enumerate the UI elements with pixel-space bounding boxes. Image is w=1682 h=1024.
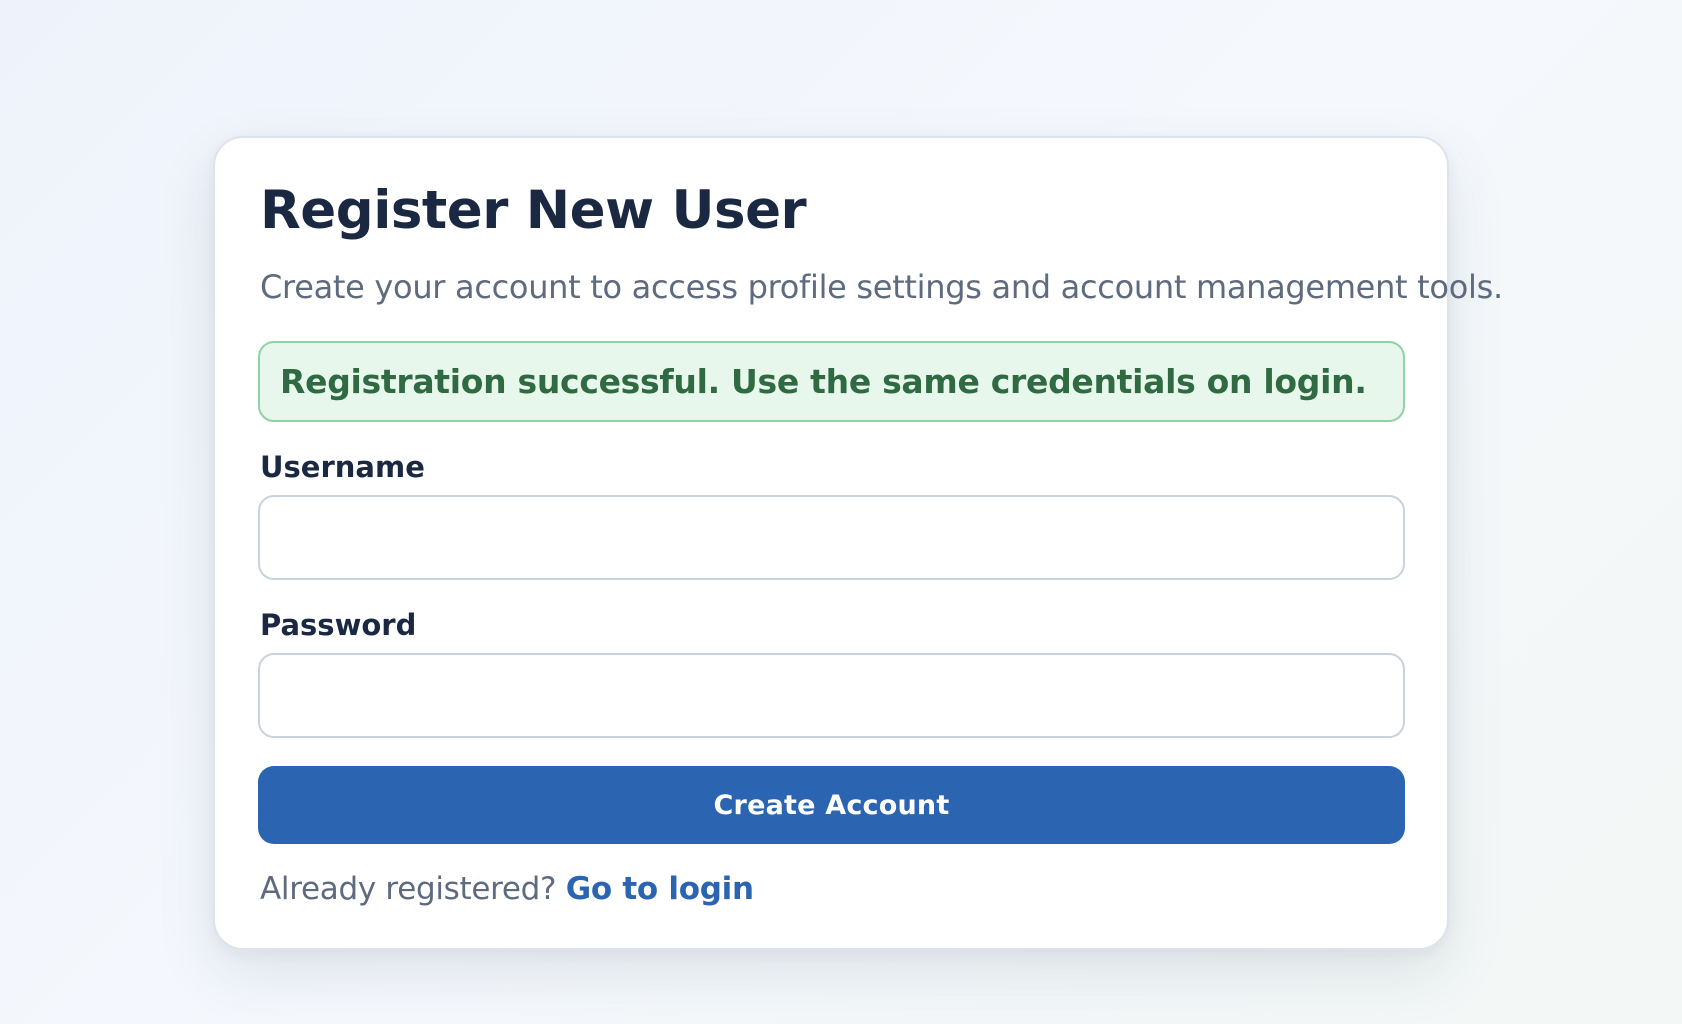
login-prompt: Already registered? Go to login	[260, 871, 754, 907]
register-card: Register New User Create your account to…	[213, 136, 1503, 950]
username-input[interactable]	[258, 495, 1405, 580]
success-alert-message: Registration successful. Use the same cr…	[280, 362, 1367, 401]
go-to-login-link[interactable]: Go to login	[566, 871, 754, 907]
password-label: Password	[260, 608, 417, 642]
create-account-button[interactable]: Create Account	[258, 766, 1405, 844]
username-label: Username	[260, 450, 425, 484]
success-alert: Registration successful. Use the same cr…	[258, 341, 1405, 422]
page-subtitle: Create your account to access profile se…	[260, 268, 1503, 306]
page-title: Register New User	[260, 180, 807, 241]
password-input[interactable]	[258, 653, 1405, 738]
login-prompt-text: Already registered?	[260, 871, 557, 907]
